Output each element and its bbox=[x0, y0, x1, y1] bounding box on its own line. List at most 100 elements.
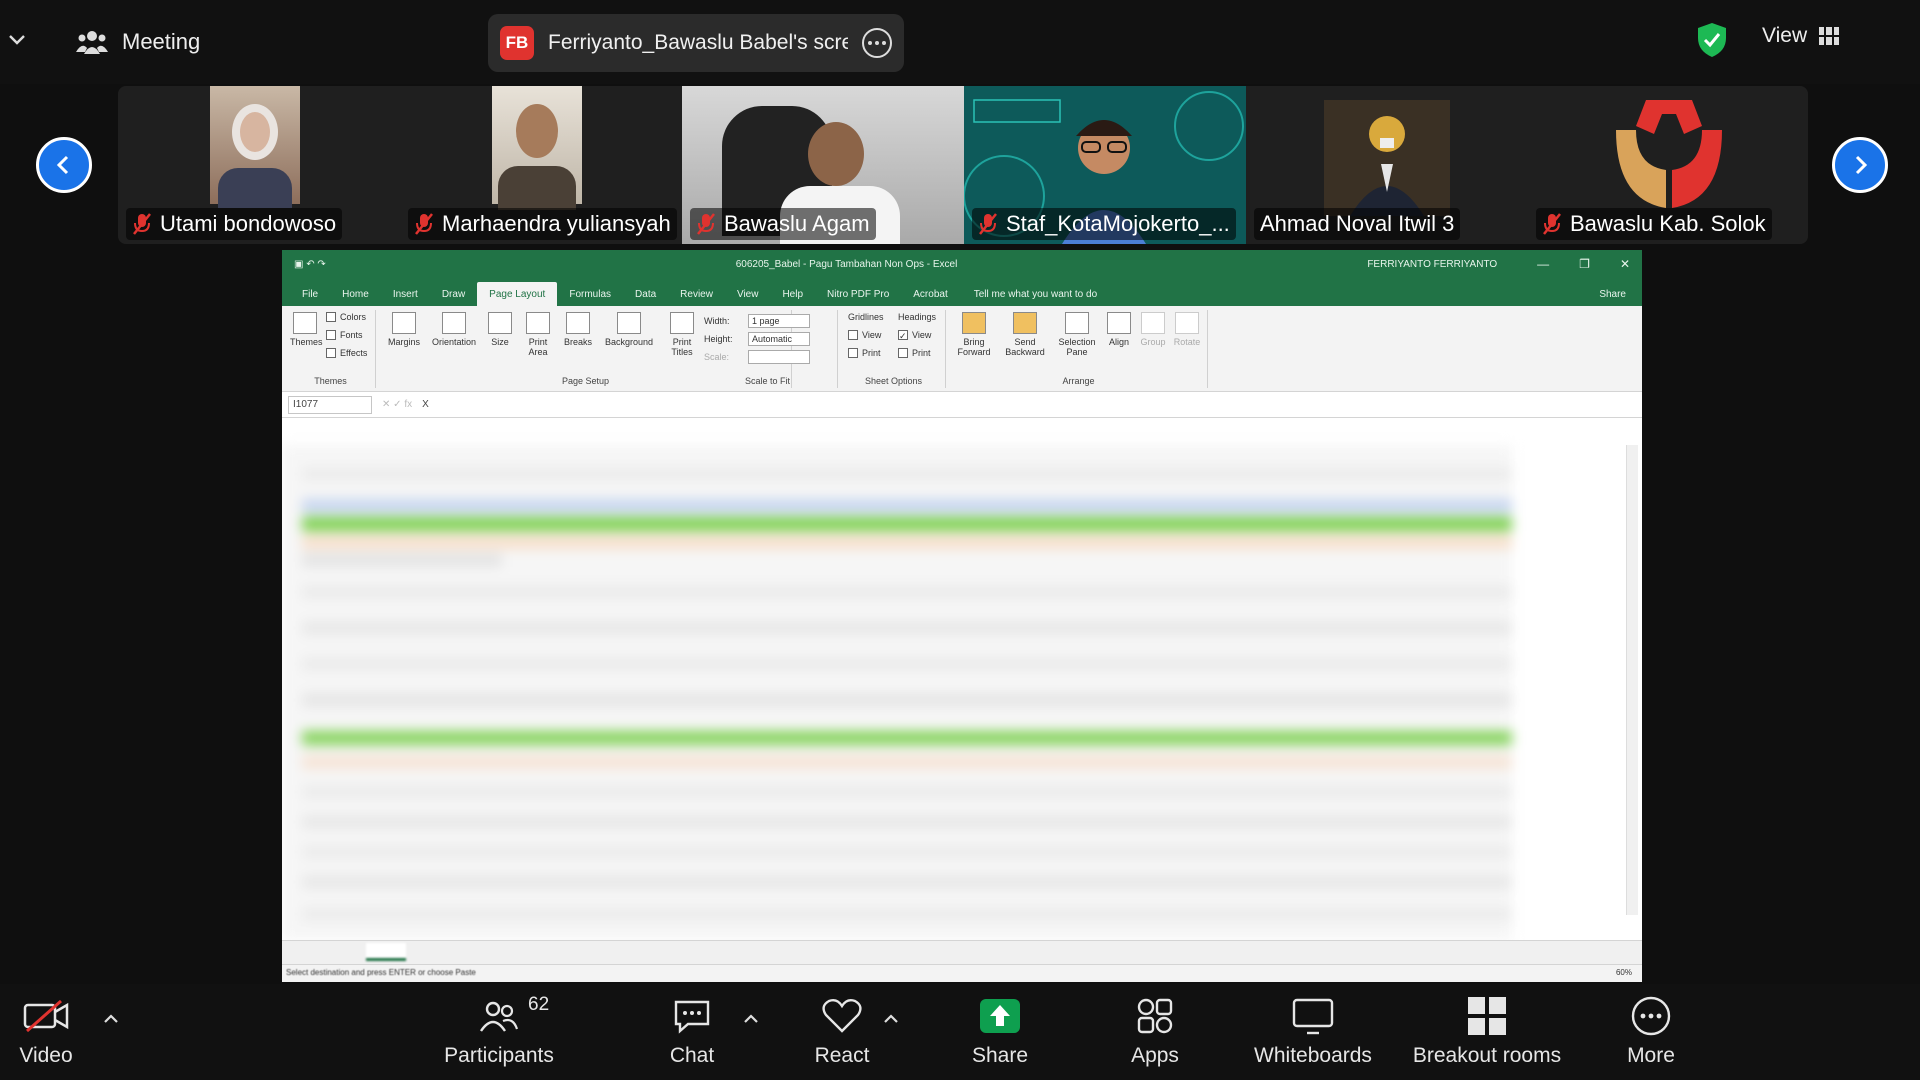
share-screen-icon bbox=[980, 999, 1020, 1033]
ribbon-tabs: File Home Insert Draw Page Layout Formul… bbox=[282, 278, 1642, 306]
tab-review[interactable]: Review bbox=[668, 282, 725, 306]
participant-name-tag: Marhaendra yuliansyah bbox=[408, 208, 677, 240]
heart-icon bbox=[822, 998, 862, 1033]
blurred-spreadsheet-content bbox=[282, 445, 1512, 940]
tab-page-layout[interactable]: Page Layout bbox=[477, 282, 558, 306]
group-button[interactable]: Group bbox=[1138, 312, 1168, 347]
whiteboards-label: Whiteboards bbox=[1254, 1044, 1372, 1067]
sheet-tab-bar[interactable] bbox=[282, 940, 1642, 964]
width-select[interactable]: Width: 1 page bbox=[704, 314, 810, 328]
orientation-button[interactable]: Orientation bbox=[428, 312, 480, 347]
participant-tile[interactable]: Utami bondowoso bbox=[118, 86, 400, 244]
print-titles-button[interactable]: Print Titles bbox=[662, 312, 702, 357]
tab-view[interactable]: View bbox=[725, 282, 771, 306]
shared-screen[interactable]: ▣ ↶ ↷ 606205_Babel - Pagu Tambahan Non O… bbox=[282, 250, 1642, 982]
apps-label: Apps bbox=[1131, 1044, 1179, 1067]
mic-muted-icon bbox=[697, 213, 715, 235]
video-button[interactable]: Video bbox=[14, 984, 78, 1080]
next-page-button[interactable] bbox=[1832, 137, 1888, 193]
align-button[interactable]: Align bbox=[1104, 312, 1134, 347]
rotate-button[interactable]: Rotate bbox=[1172, 312, 1202, 347]
more-options-icon[interactable] bbox=[862, 28, 892, 58]
window-controls[interactable]: — ❐ ✕ bbox=[1537, 257, 1630, 271]
sheet-options-group: Gridlines Headings View ✓ View Print Prin… bbox=[842, 310, 946, 388]
participant-name-tag: Staf_KotaMojokerto_... bbox=[972, 208, 1236, 240]
tab-home[interactable]: Home bbox=[330, 282, 381, 306]
sharer-avatar: FB bbox=[500, 26, 534, 60]
print-area-button[interactable]: Print Area bbox=[520, 312, 556, 357]
themes-button[interactable]: Themes bbox=[290, 312, 323, 347]
save-icon[interactable]: ▣ ↶ ↷ bbox=[294, 259, 326, 270]
zoom-level[interactable]: 60% bbox=[1616, 965, 1632, 981]
breakout-rooms-icon bbox=[1468, 997, 1506, 1035]
excel-share-button[interactable]: Share bbox=[1599, 282, 1626, 306]
gridlines-print-checkbox[interactable]: Print bbox=[848, 348, 881, 358]
apps-button[interactable]: Apps bbox=[1126, 984, 1184, 1080]
name-box[interactable]: I1077 bbox=[288, 395, 372, 414]
status-text: Select destination and press ENTER or ch… bbox=[286, 968, 476, 977]
chat-icon bbox=[674, 1000, 710, 1034]
formula-input[interactable]: X bbox=[422, 399, 429, 410]
participant-tile[interactable]: Bawaslu Kab. Solok bbox=[1528, 86, 1808, 244]
mic-muted-icon bbox=[979, 213, 997, 235]
participant-video bbox=[492, 86, 582, 210]
participant-tile[interactable]: Ahmad Noval Itwil 3 bbox=[1246, 86, 1528, 244]
colors-button[interactable]: Colors bbox=[326, 312, 366, 322]
view-button[interactable]: View bbox=[1762, 24, 1840, 48]
size-button[interactable]: Size bbox=[484, 312, 516, 347]
chat-button[interactable]: Chat bbox=[660, 984, 724, 1080]
selection-pane-button[interactable]: Selection Pane bbox=[1054, 312, 1100, 357]
view-label: View bbox=[1762, 24, 1808, 47]
tell-me-search[interactable]: Tell me what you want to do bbox=[960, 282, 1097, 306]
participant-name-tag: Bawaslu Kab. Solok bbox=[1536, 208, 1772, 240]
meeting-info-button[interactable]: Meeting bbox=[76, 22, 200, 62]
fonts-button[interactable]: Fonts bbox=[326, 330, 363, 340]
whiteboards-button[interactable]: Whiteboards bbox=[1250, 984, 1376, 1080]
tab-acrobat[interactable]: Acrobat bbox=[901, 282, 959, 306]
tab-data[interactable]: Data bbox=[623, 282, 668, 306]
chevron-down-icon[interactable] bbox=[6, 28, 28, 50]
vertical-scrollbar[interactable] bbox=[1626, 445, 1638, 915]
tab-help[interactable]: Help bbox=[770, 282, 815, 306]
headings-print-checkbox[interactable]: Print bbox=[898, 348, 931, 358]
background-button[interactable]: Background bbox=[600, 312, 658, 347]
video-options-caret-icon[interactable] bbox=[102, 1010, 120, 1028]
breaks-button[interactable]: Breaks bbox=[560, 312, 596, 347]
participant-tile[interactable]: Marhaendra yuliansyah bbox=[400, 86, 682, 244]
height-select[interactable]: Height: Automatic bbox=[704, 332, 810, 346]
gridlines-view-checkbox[interactable]: View bbox=[848, 330, 881, 340]
worksheet-grid[interactable] bbox=[282, 445, 1642, 940]
mic-muted-icon bbox=[415, 213, 433, 235]
scale-to-fit-group: Width: 1 page Height: Automatic Scale: Sca… bbox=[698, 310, 838, 388]
chevron-left-icon bbox=[56, 155, 69, 175]
react-button[interactable]: React bbox=[808, 984, 876, 1080]
bawaslu-logo bbox=[1616, 100, 1722, 208]
share-screen-button[interactable]: Share bbox=[964, 984, 1036, 1080]
headings-view-checkbox[interactable]: ✓ View bbox=[898, 330, 931, 341]
previous-page-button[interactable] bbox=[36, 137, 92, 193]
margins-button[interactable]: Margins bbox=[384, 312, 424, 347]
sheet-tab[interactable] bbox=[366, 943, 406, 961]
mic-muted-icon bbox=[133, 213, 151, 235]
tab-formulas[interactable]: Formulas bbox=[557, 282, 623, 306]
breakout-rooms-button[interactable]: Breakout rooms bbox=[1412, 984, 1562, 1080]
bring-forward-button[interactable]: Bring Forward bbox=[952, 312, 996, 357]
tab-draw[interactable]: Draw bbox=[430, 282, 477, 306]
chat-options-caret-icon[interactable] bbox=[742, 1010, 760, 1028]
scale-input[interactable]: Scale: bbox=[704, 350, 810, 364]
share-label: Share bbox=[971, 1044, 1029, 1067]
user-name: FERRIYANTO FERRIYANTO bbox=[1367, 258, 1498, 270]
tab-nitro[interactable]: Nitro PDF Pro bbox=[815, 282, 901, 306]
tab-file[interactable]: File bbox=[290, 282, 330, 306]
headings-label: Headings bbox=[898, 312, 937, 322]
more-button[interactable]: More bbox=[1622, 984, 1680, 1080]
participant-tile[interactable]: Staf_KotaMojokerto_... bbox=[964, 86, 1246, 244]
screen-share-indicator[interactable]: FB Ferriyanto_Bawaslu Babel's scree bbox=[488, 14, 904, 72]
react-options-caret-icon[interactable] bbox=[882, 1010, 900, 1028]
participant-tile[interactable]: Bawaslu Agam bbox=[682, 86, 964, 244]
effects-button[interactable]: Effects bbox=[326, 348, 367, 358]
tab-insert[interactable]: Insert bbox=[381, 282, 430, 306]
send-backward-button[interactable]: Send Backward bbox=[1000, 312, 1050, 357]
shield-icon[interactable] bbox=[1696, 22, 1728, 58]
more-label: More bbox=[1627, 1044, 1675, 1067]
